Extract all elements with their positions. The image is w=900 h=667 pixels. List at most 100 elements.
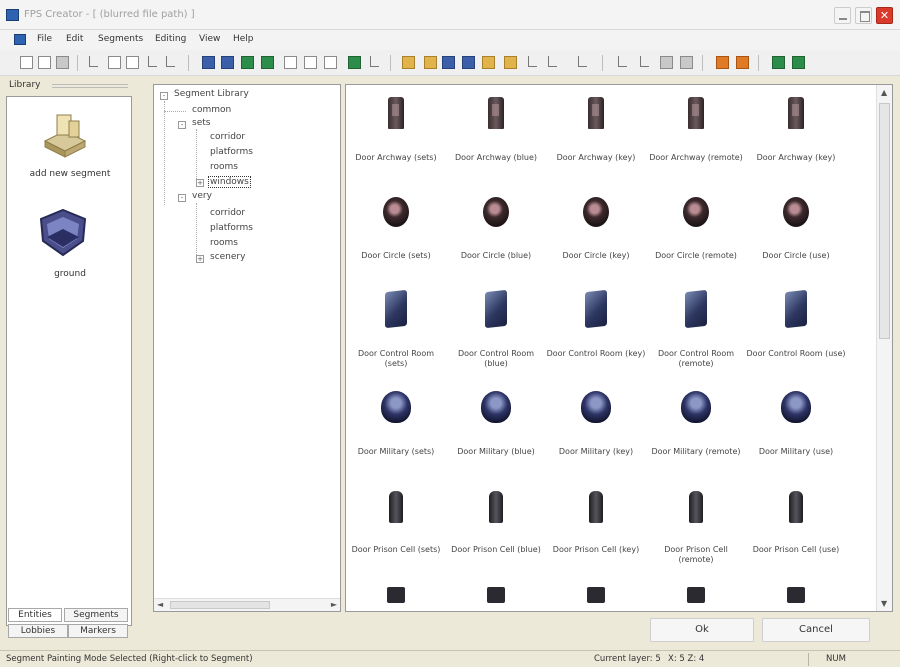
system-menu-icon[interactable] <box>14 34 26 45</box>
segment-tile[interactable]: Door Military (key) <box>546 381 646 481</box>
grid-vertical-scrollbar[interactable]: ▲ ▼ <box>876 85 892 611</box>
tree-node-rooms[interactable]: rooms <box>210 162 238 172</box>
help-icon[interactable] <box>716 56 729 69</box>
flip-icon[interactable] <box>578 56 587 67</box>
tree-node-corridor[interactable]: corridor <box>210 208 245 218</box>
tree-node-corridor[interactable]: corridor <box>210 132 245 142</box>
menu-file[interactable]: File <box>37 34 52 44</box>
segment-tile[interactable]: Door Circle (key) <box>546 185 646 285</box>
segment-tile[interactable]: Door Prison Cell (key) <box>546 479 646 579</box>
tab-lobbies[interactable]: Lobbies <box>8 624 68 638</box>
redo-icon[interactable] <box>166 56 175 67</box>
menu-edit[interactable]: Edit <box>66 34 83 44</box>
info-icon[interactable] <box>736 56 749 69</box>
scroll-right-icon[interactable]: ► <box>331 600 337 609</box>
add-segment-icon[interactable] <box>39 111 89 162</box>
segment-tile[interactable]: Door Archway (sets) <box>346 87 446 187</box>
paste-icon[interactable] <box>126 56 139 69</box>
tree-expander[interactable]: - <box>178 121 186 129</box>
layer-icon[interactable] <box>324 56 337 69</box>
segment-tile[interactable]: Door Prison Cell (use) <box>746 479 846 579</box>
pick-icon[interactable] <box>482 56 495 69</box>
tree-expander[interactable]: - <box>178 194 186 202</box>
waypoint-icon[interactable] <box>304 56 317 69</box>
view-icon[interactable] <box>202 56 215 69</box>
minimize-button[interactable] <box>834 7 851 24</box>
bracket-close-icon[interactable] <box>640 56 649 67</box>
entity-icon[interactable] <box>284 56 297 69</box>
tree-horizontal-scrollbar[interactable]: ◄ ► <box>154 598 340 611</box>
segment-tile[interactable]: Door Control Room (use) <box>746 283 846 383</box>
ok-button[interactable]: Ok <box>650 618 754 642</box>
scroll-thumb[interactable] <box>170 601 270 609</box>
segment-tile[interactable] <box>446 577 546 611</box>
segment-tile[interactable]: Door Circle (use) <box>746 185 846 285</box>
segment-tile[interactable]: Door Archway (key) <box>746 87 846 187</box>
tree-expander[interactable]: + <box>196 255 204 263</box>
map-icon[interactable] <box>221 56 234 69</box>
tab-entities[interactable]: Entities <box>8 608 62 622</box>
tree-node-rooms[interactable]: rooms <box>210 238 238 248</box>
segment-tile[interactable]: Door Archway (remote) <box>646 87 746 187</box>
cut-icon[interactable] <box>89 56 98 67</box>
ground-icon[interactable] <box>37 207 89 262</box>
menu-segments[interactable]: Segments <box>98 34 143 44</box>
panel-grip[interactable] <box>52 84 128 88</box>
tree-expander[interactable]: - <box>160 92 168 100</box>
segment-tile[interactable]: Door Prison Cell (remote) <box>646 479 746 579</box>
tab-markers[interactable]: Markers <box>68 624 128 638</box>
undo-icon[interactable] <box>148 56 157 67</box>
segment-tile[interactable]: Door Military (remote) <box>646 381 746 481</box>
tree-node-sets[interactable]: sets <box>192 118 210 128</box>
settings-icon[interactable] <box>660 56 673 69</box>
menu-view[interactable]: View <box>199 34 220 44</box>
snap-icon[interactable] <box>792 56 805 69</box>
tree-node-very[interactable]: very <box>192 191 212 201</box>
tree-expander[interactable]: + <box>196 179 204 187</box>
segment-tile[interactable] <box>646 577 746 611</box>
tree-node-scenery[interactable]: scenery <box>210 252 245 262</box>
mirror-icon[interactable] <box>548 56 557 67</box>
segment-tile[interactable]: Door Archway (blue) <box>446 87 546 187</box>
line-icon[interactable] <box>528 56 537 67</box>
scroll-up-icon[interactable]: ▲ <box>881 88 887 97</box>
paint-icon[interactable] <box>424 56 437 69</box>
zoom-icon[interactable] <box>402 56 415 69</box>
scroll-down-icon[interactable]: ▼ <box>881 599 887 608</box>
select-icon[interactable] <box>462 56 475 69</box>
segment-tile[interactable] <box>346 577 446 611</box>
play-icon[interactable] <box>348 56 361 69</box>
cancel-button[interactable]: Cancel <box>762 618 870 642</box>
tree-root[interactable]: Segment Library <box>174 89 249 99</box>
segment-tile[interactable]: Door Circle (remote) <box>646 185 746 285</box>
save-icon[interactable] <box>56 56 69 69</box>
tree-node-common[interactable]: common <box>192 105 231 115</box>
copy-icon[interactable] <box>108 56 121 69</box>
segment-tile[interactable] <box>546 577 646 611</box>
close-button[interactable]: ✕ <box>876 7 893 24</box>
bracket-icon[interactable] <box>618 56 627 67</box>
maximize-button[interactable] <box>855 7 872 24</box>
segment-tile[interactable]: Door Control Room (remote) <box>646 283 746 383</box>
tile-icon[interactable] <box>442 56 455 69</box>
tree-node-platforms[interactable]: platforms <box>210 223 253 233</box>
tree-node-windows[interactable]: windows <box>208 176 251 188</box>
segment-tile[interactable]: Door Circle (sets) <box>346 185 446 285</box>
menu-help[interactable]: Help <box>233 34 254 44</box>
segment-tile[interactable]: Door Archway (key) <box>546 87 646 187</box>
segment-tile[interactable]: Door Military (sets) <box>346 381 446 481</box>
grid-icon[interactable] <box>772 56 785 69</box>
tools-icon[interactable] <box>680 56 693 69</box>
rotate-icon[interactable] <box>504 56 517 69</box>
tab-segments[interactable]: Segments <box>64 608 128 622</box>
segment-tile[interactable]: Door Control Room (key) <box>546 283 646 383</box>
segment-tile[interactable]: Door Prison Cell (blue) <box>446 479 546 579</box>
test-icon[interactable] <box>261 56 274 69</box>
segment-tile[interactable]: Door Circle (blue) <box>446 185 546 285</box>
new-icon[interactable] <box>20 56 33 69</box>
scroll-thumb[interactable] <box>879 103 890 339</box>
segment-tile[interactable]: Door Military (blue) <box>446 381 546 481</box>
segment-tile[interactable]: Door Control Room (sets) <box>346 283 446 383</box>
segment-tile[interactable]: Door Control Room (blue) <box>446 283 546 383</box>
segment-tile[interactable]: Door Prison Cell (sets) <box>346 479 446 579</box>
